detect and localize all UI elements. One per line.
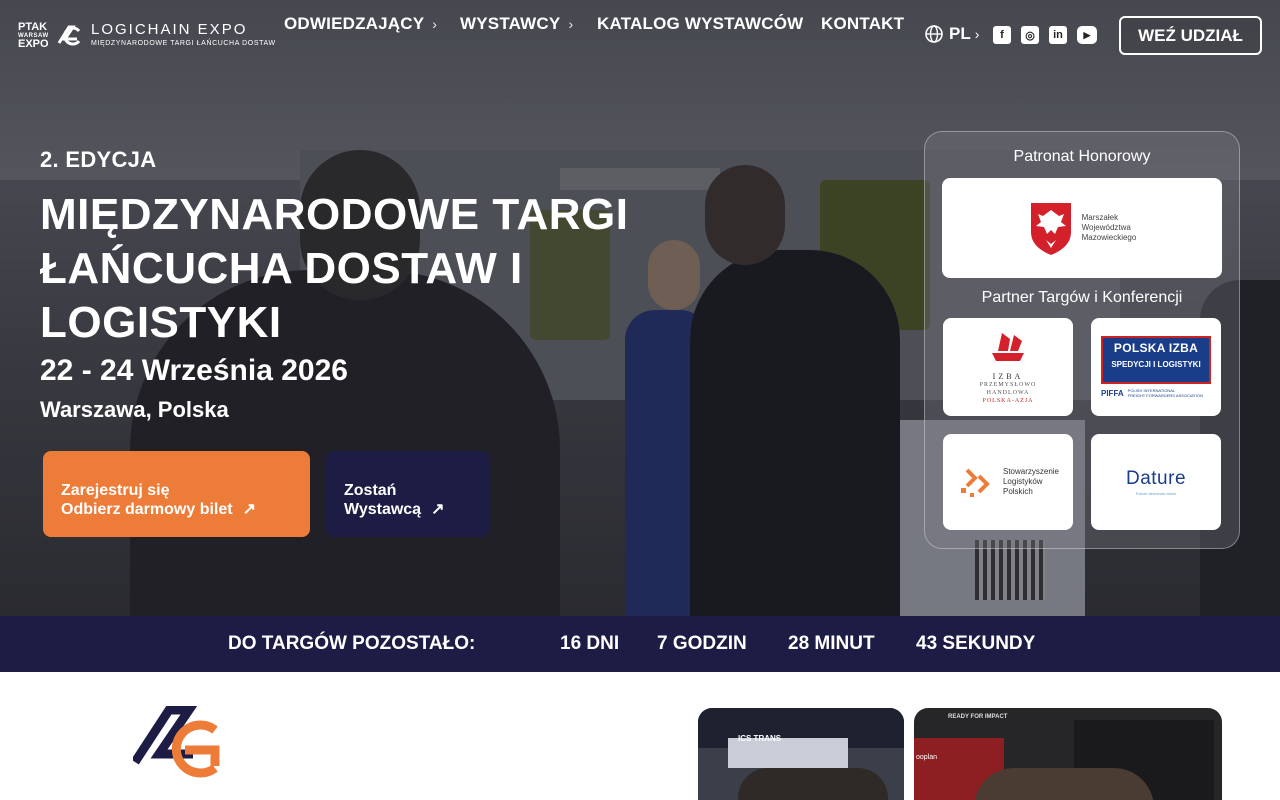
photo2-brand-text: ooplan (916, 754, 938, 761)
photo2-sign-text: READY FOR IMPACT (948, 714, 1008, 720)
nav-visitors[interactable]: ODWIEDZAJĄCY › (284, 14, 437, 34)
izba-line2: PRZEMYSŁOWO (979, 382, 1037, 388)
partners-heading: Partner Targów i Konferencji (981, 289, 1183, 306)
title-line1: MIĘDZYNARODOWE TARGI (40, 190, 629, 239)
youtube-icon[interactable]: ▶ (1077, 26, 1097, 44)
nav-exhibitors-label: WYSTAWCY (460, 14, 561, 33)
chevron-right-icon: › (432, 16, 438, 32)
countdown-hours: 7 GODZIN (657, 633, 747, 654)
logichain-mark-icon (57, 25, 81, 46)
edition-label: 2. EDYCJA (40, 147, 157, 172)
arrow-up-right-icon: ↗ (242, 501, 256, 518)
honorary-patron-text: Marszałek Województwa Mazowieckiego (1082, 213, 1137, 243)
partner-card-izba-polska-azja[interactable]: IZBA PRZEMYSŁOWO HANDLOWA POLSKA-AZJA (943, 318, 1073, 416)
linkedin-icon[interactable]: in (1049, 26, 1067, 44)
honorary-line1: Marszałek (1081, 213, 1119, 222)
nav-contact-label: KONTAKT (821, 14, 905, 33)
logichain-logo[interactable]: LOGICHAIN EXPO MIĘDZYNARODOWE TARGI ŁAŃC… (55, 22, 276, 48)
countdown-bar: DO TARGÓW POZOSTAŁO: 16 DNI 7 GODZIN 28 … (0, 616, 1280, 672)
event-dates: 22 - 24 Września 2026 (40, 354, 348, 387)
junk-ship-icon (991, 333, 1024, 361)
countdown-days: 16 DNI (560, 633, 620, 654)
pifa-desc2: FREIGHT FORWARDERS ASSOCIATION (1127, 393, 1203, 398)
become-exhibitor-button[interactable]: Zostań Wystawcą ↗ (326, 451, 489, 537)
facebook-icon[interactable]: f (993, 26, 1011, 44)
site-header: PTAK WARSAW EXPO LOGICHAIN EXPO MIĘDZYNA… (0, 0, 1280, 70)
globe-icon (925, 25, 943, 43)
register-line2: Odbierz darmowy bilet (61, 501, 233, 518)
ptak-logo-line3: EXPO (18, 38, 49, 50)
event-location: Warszawa, Polska (40, 397, 229, 422)
nav-contact[interactable]: KONTAKT (821, 14, 904, 34)
register-line1: Zarejestruj się (61, 482, 170, 499)
pifa-logo: POLSKA IZBA SPEDYCJI I LOGISTYKI PIFFA P… (1101, 336, 1211, 398)
pifa-line1: POLSKA IZBA (1113, 341, 1199, 355)
pifa-short: PIFFA (1101, 388, 1124, 398)
pifa-line2: SPEDYCJI I LOGISTYKI (1111, 360, 1201, 369)
izba-line3: HANDLOWA (986, 390, 1030, 396)
participate-button[interactable]: WEŹ UDZIAŁ (1119, 16, 1262, 55)
countdown-minutes: 28 MINUT (788, 633, 875, 654)
slp-line2: Logistyków (1002, 477, 1043, 486)
page-title: MIĘDZYNARODOWE TARGI ŁAŃCUCHA DOSTAW I L… (40, 188, 690, 350)
countdown-label: DO TARGÓW POZOSTAŁO: (228, 633, 476, 654)
slp-line3: Polskich (1002, 487, 1033, 496)
social-links: f ◎ in ▶ (993, 26, 1097, 44)
partner-card-pifa[interactable]: POLSKA IZBA SPEDYCJI I LOGISTYKI PIFFA P… (1091, 318, 1221, 416)
nav-exhibitor-catalog-label: KATALOG WYSTAWCÓW (597, 14, 804, 33)
slp-logo: Stowarzyszenie Logistyków Polskich (957, 464, 1059, 500)
title-line3: LOGISTYKI (40, 298, 282, 347)
register-button[interactable]: Zarejestruj się Odbierz darmowy bilet ↗ (43, 451, 310, 537)
izba-line1: IZBA (992, 372, 1024, 381)
dature-name: Dature (1125, 468, 1187, 489)
instagram-icon[interactable]: ◎ (1021, 26, 1039, 44)
partner-card-slp[interactable]: Stowarzyszenie Logistyków Polskich (943, 434, 1073, 530)
chevron-right-icon: › (974, 26, 980, 42)
logichain-emblem-logo (133, 706, 220, 778)
brand-title: LOGICHAIN EXPO (91, 21, 248, 38)
nav-visitors-label: ODWIEDZAJĄCY (284, 14, 425, 33)
chevron-right-icon: › (568, 16, 574, 32)
honorary-patron-card[interactable]: Marszałek Województwa Mazowieckiego (942, 178, 1222, 278)
event-photo-2[interactable]: READY FOR IMPACT ooplan (914, 708, 1222, 800)
dature-tagline: Future demands vision (1135, 491, 1177, 496)
coat-of-arms-logo (1030, 203, 1071, 255)
arrow-up-right-icon: ↗ (431, 501, 445, 518)
dature-logo: Dature Future demands vision (1126, 468, 1186, 496)
honorary-line3: Mazowieckiego (1081, 233, 1137, 242)
partner-card-dature[interactable]: Dature Future demands vision (1091, 434, 1221, 530)
izba-logo: IZBA PRZEMYSŁOWO HANDLOWA POLSKA-AZJA (980, 329, 1037, 405)
nav-exhibitors[interactable]: WYSTAWCY › (460, 14, 573, 34)
event-photo-1[interactable]: ICS TRANS (698, 708, 904, 800)
countdown-seconds: 43 SEKUNDY (916, 633, 1036, 654)
ptak-warsaw-expo-logo[interactable]: PTAK WARSAW EXPO (18, 21, 49, 50)
exhibitor-line2: Wystawcą (344, 501, 422, 518)
honorary-line2: Województwa (1081, 223, 1131, 232)
title-line2: ŁAŃCUCHA DOSTAW I (40, 244, 523, 293)
language-switcher[interactable]: PL › (924, 24, 979, 44)
exhibitor-line1: Zostań (344, 482, 397, 499)
ptak-logo-line1: PTAK (18, 21, 48, 33)
brand-subtitle: MIĘDZYNARODOWE TARGI ŁAŃCUCHA DOSTAW (91, 40, 276, 47)
photo1-sign-text: ICS TRANS (738, 734, 782, 743)
slp-arrows-icon (960, 468, 990, 497)
slp-line1: Stowarzyszenie (1002, 467, 1060, 476)
nav-exhibitor-catalog[interactable]: KATALOG WYSTAWCÓW (597, 14, 803, 34)
izba-line4: POLSKA-AZJA (982, 398, 1034, 404)
honorary-patronage-heading: Patronat Honorowy (1013, 148, 1151, 165)
language-label: PL (949, 24, 971, 43)
